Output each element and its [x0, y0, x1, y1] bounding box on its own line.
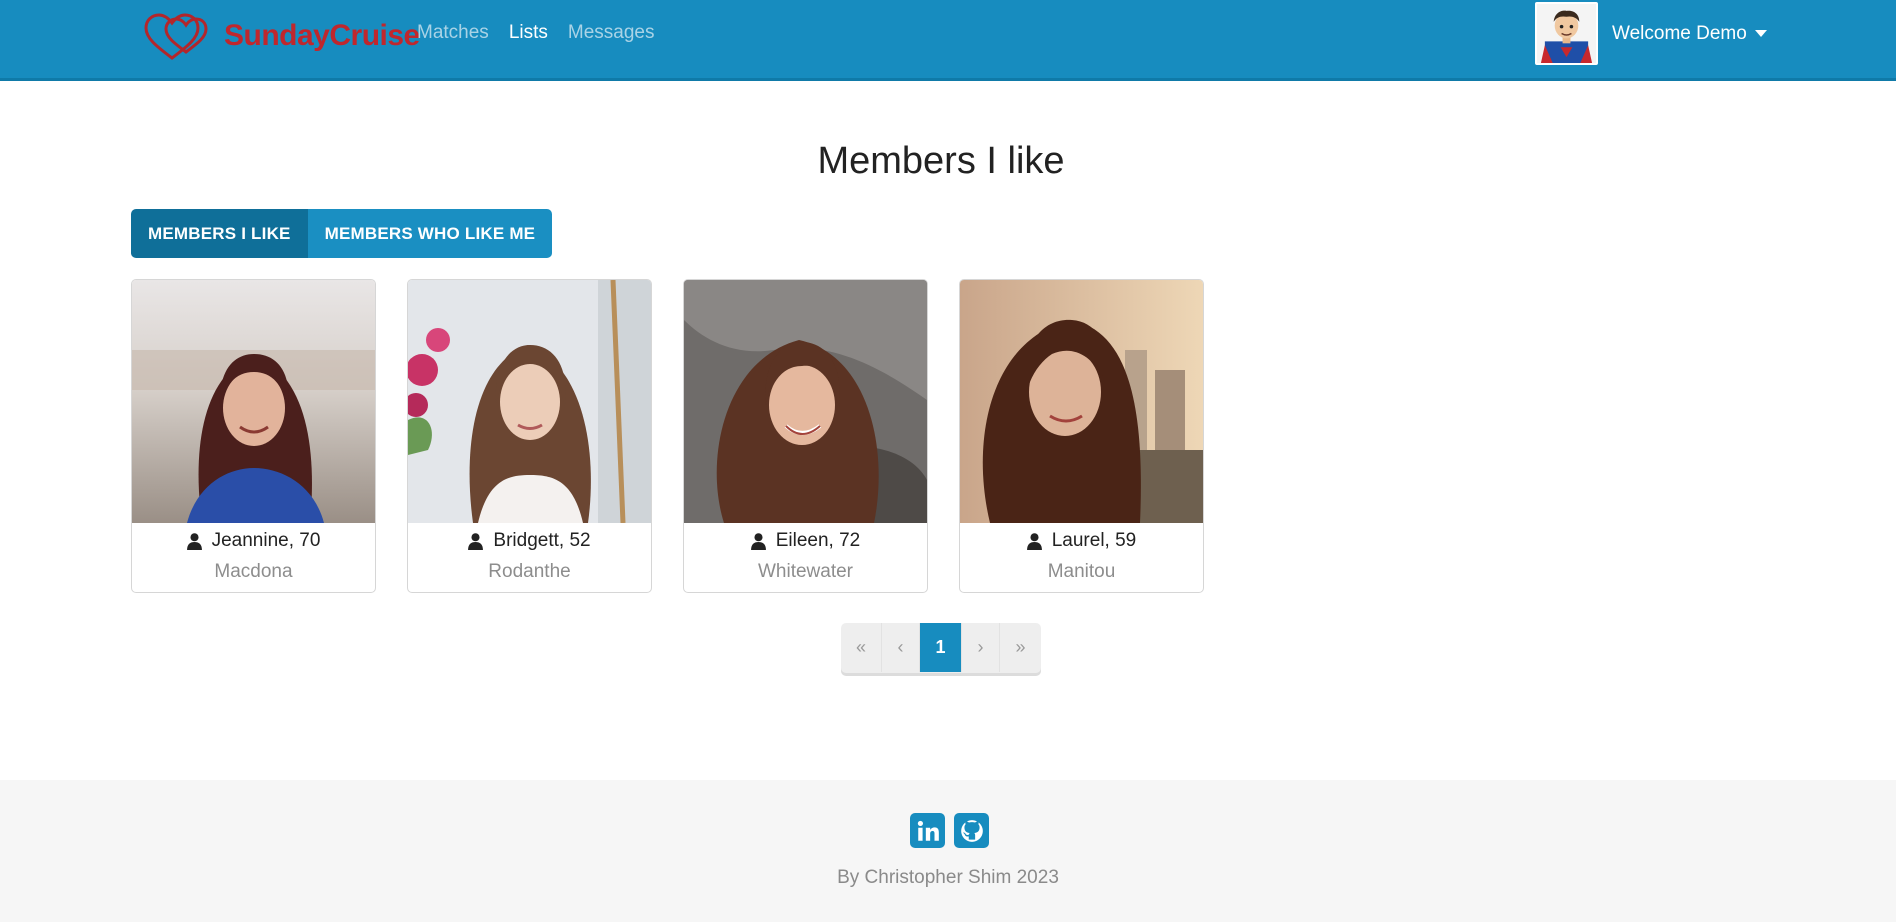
member-photo — [408, 280, 651, 523]
footer: By Christopher Shim 2023 — [0, 780, 1896, 922]
tab-members-who-like-me[interactable]: Members who like me — [307, 209, 553, 258]
avatar[interactable] — [1535, 2, 1598, 65]
member-city: Rodanthe — [488, 561, 571, 582]
member-city: Manitou — [1047, 561, 1116, 582]
pagination-last-button[interactable]: » — [1000, 623, 1041, 672]
nav-link-lists[interactable]: Lists — [509, 22, 548, 44]
linkedin-icon[interactable] — [910, 813, 945, 848]
user-icon — [1026, 532, 1042, 550]
pagination-page-1[interactable]: 1 — [920, 623, 962, 672]
social-links — [910, 813, 989, 848]
user-icon — [750, 532, 766, 550]
member-info: Jeannine, 70 Macdona — [132, 523, 375, 583]
member-name-row: Bridgett, 52 — [408, 530, 651, 552]
user-icon — [186, 532, 202, 550]
tab-members-i-like[interactable]: Members I like — [131, 209, 308, 258]
member-info: Laurel, 59 Manitou — [960, 523, 1203, 583]
pagination-prev-button[interactable]: ‹ — [882, 623, 920, 672]
user-icon — [468, 532, 484, 550]
member-name-age: Bridgett, 52 — [493, 530, 591, 551]
member-cards: Jeannine, 70 Macdona Bridgett, 52 Rodant… — [131, 279, 1204, 593]
member-name-row: Eileen, 72 — [684, 530, 927, 552]
member-card[interactable]: Bridgett, 52 Rodanthe — [407, 279, 652, 593]
nav-links: Matches Lists Messages — [417, 22, 655, 44]
member-photo — [132, 280, 375, 523]
pagination-next-button[interactable]: › — [962, 623, 1000, 672]
member-card[interactable]: Jeannine, 70 Macdona — [131, 279, 376, 593]
github-icon[interactable] — [954, 813, 989, 848]
nav-link-messages[interactable]: Messages — [568, 22, 655, 44]
welcome-label: Welcome Demo — [1612, 22, 1747, 44]
superhero-avatar-icon — [1537, 4, 1596, 63]
member-name-age: Jeannine, 70 — [211, 530, 321, 551]
pagination-first-button[interactable]: « — [841, 623, 882, 672]
user-menu: Welcome Demo — [1535, 2, 1767, 65]
member-info: Eileen, 72 Whitewater — [684, 523, 927, 583]
member-name-age: Eileen, 72 — [775, 530, 861, 551]
member-name-row: Jeannine, 70 — [132, 530, 375, 552]
navbar: SundayCruise Matches Lists Messages Welc… — [0, 0, 1896, 81]
brand-logo[interactable]: SundayCruise — [142, 8, 420, 64]
caret-down-icon — [1754, 30, 1767, 37]
member-photo — [960, 280, 1203, 523]
member-card[interactable]: Laurel, 59 Manitou — [959, 279, 1204, 593]
member-name-row: Laurel, 59 — [960, 530, 1203, 552]
nav-link-matches[interactable]: Matches — [417, 22, 489, 44]
member-info: Bridgett, 52 Rodanthe — [408, 523, 651, 583]
page-title: Members I like — [817, 140, 1065, 182]
member-city: Whitewater — [757, 561, 854, 582]
member-photo — [684, 280, 927, 523]
pagination: « ‹ 1 › » — [841, 623, 1041, 673]
member-name-age: Laurel, 59 — [1051, 530, 1137, 551]
list-tabs: Members I like Members who like me — [131, 209, 553, 258]
hearts-logo-icon — [144, 13, 208, 60]
member-card[interactable]: Eileen, 72 Whitewater — [683, 279, 928, 593]
brand-name: SundayCruise — [224, 19, 420, 52]
footer-credit: By Christopher Shim 2023 — [837, 867, 1059, 888]
member-city: Macdona — [214, 561, 293, 582]
welcome-dropdown[interactable]: Welcome Demo — [1612, 23, 1767, 45]
